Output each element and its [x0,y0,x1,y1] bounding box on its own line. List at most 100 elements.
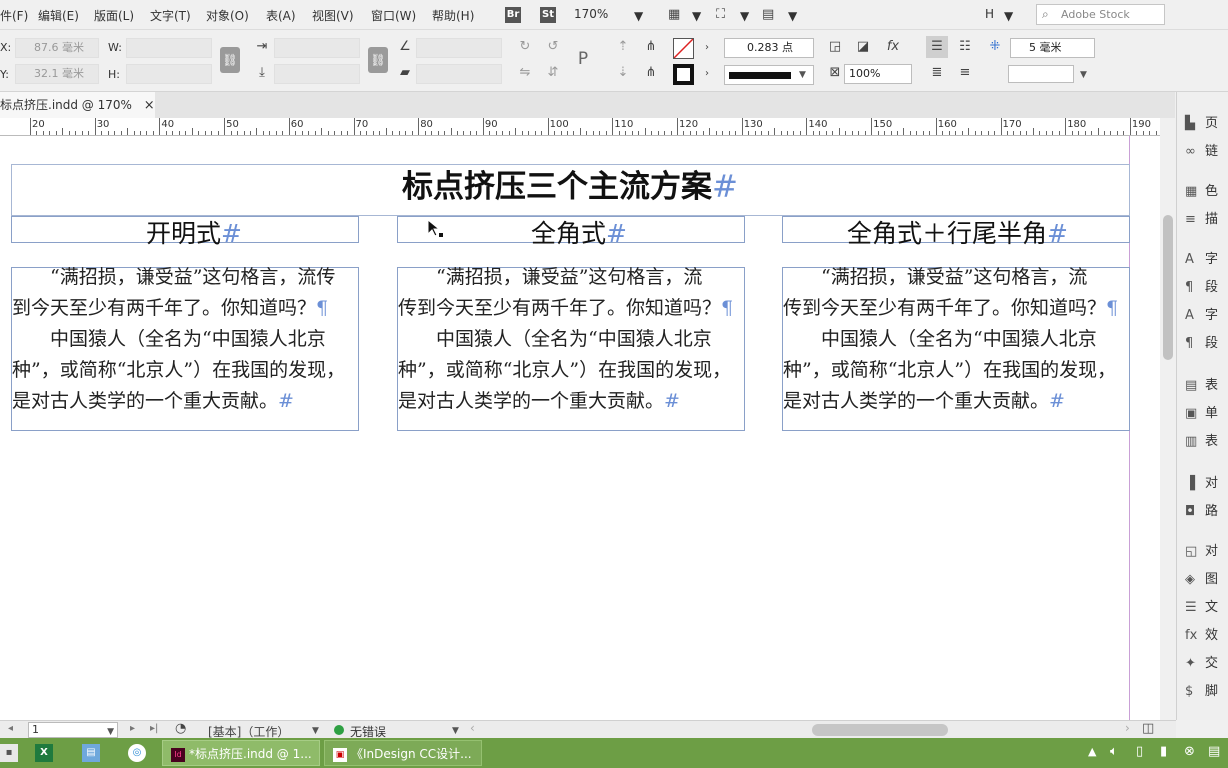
document-tab[interactable]: 标点挤压.indd @ 170% × [0,92,155,118]
document-canvas[interactable]: 标点挤压三个主流方案# 开明式# 全角式# 全角式＋行尾半角# “满招损，谦受益… [0,136,1160,720]
menu-type[interactable]: 文字(T) [150,7,191,24]
fill-swatch[interactable] [673,38,694,59]
panel-item-table-styles[interactable]: ▥ 表 [1185,430,1218,449]
open-page-icon[interactable]: ◔ [175,721,186,736]
horizontal-scroll-thumb[interactable] [812,724,948,736]
notepad-icon[interactable]: ▤ [82,744,100,762]
scroll-right-icon[interactable]: › [1125,721,1130,735]
x-position-field[interactable]: 87.6 毫米 [15,38,99,58]
workspace-switcher[interactable]: H [985,7,994,21]
indent-down-icon[interactable]: ⤓ [251,62,273,84]
y-position-field[interactable]: 32.1 毫米 [15,64,99,84]
constrain-proportions-icon[interactable]: ⛓ [220,47,240,73]
fill-menu-chevron-icon[interactable]: › [696,37,718,59]
excel-icon[interactable]: X [35,744,53,762]
select-previous-icon[interactable]: ⋔ [640,36,662,58]
justify-vertical-icon[interactable]: ≡ [954,62,976,84]
network-icon[interactable]: ▯ [1136,744,1143,759]
panel-item-links[interactable]: ∞ 链 [1185,140,1218,159]
flip-horizontal-icon[interactable]: ⇋ [514,62,536,84]
menu-window[interactable]: 窗口(W) [371,7,416,24]
select-next-icon[interactable]: ⋔ [640,62,662,84]
stock-button[interactable]: St [540,7,556,23]
flip-indicator-icon[interactable]: P [572,48,594,70]
menu-file[interactable]: 件(F) [0,7,28,24]
chevron-down-icon[interactable]: ▼ [788,9,797,23]
auto-spacing-icon[interactable]: ⁜ [984,36,1006,58]
effects-fx-icon[interactable]: fx [882,36,904,58]
corner-options-icon[interactable]: ◲ [824,36,846,58]
stroke-menu-chevron-icon[interactable]: › [696,63,718,85]
stroke-type-dropdown[interactable]: ▼ [724,65,814,85]
constrain-scale-icon[interactable]: ⛓ [368,47,388,73]
scroll-left-icon[interactable]: ‹ [470,721,475,735]
opacity-field[interactable]: 100% [844,64,912,84]
horizontal-ruler[interactable]: 20 30 40 50 60 70 80 90 100 110 120 130 140 150 160 170… [0,118,1160,136]
chevron-down-icon[interactable]: ▼ [312,726,319,736]
first-page-icon[interactable]: ◂ [8,723,13,734]
rotate-ccw-icon[interactable]: ↺ [542,36,564,58]
rotate-angle-icon[interactable]: ∠ [394,36,416,58]
panel-item-color[interactable]: ▦ 色 [1185,180,1218,199]
panel-item-pages[interactable]: ▙ 页 [1185,112,1218,131]
taskbar-indesign-app[interactable]: Id *标点挤压.indd @ 1... [162,740,320,766]
swatch-preview-box[interactable] [1008,65,1074,83]
security-icon[interactable]: ⊗ [1184,744,1195,759]
battery-icon[interactable]: ▮ [1160,744,1167,759]
panel-item-layers[interactable]: ◈ 图 [1185,568,1218,587]
chevron-down-icon[interactable]: ▼ [452,726,459,736]
page-number-field[interactable]: 1 ▼ [28,722,118,738]
panel-item-character-styles[interactable]: A字 [1185,304,1218,323]
stroke-weight-field[interactable]: 0.283 点 [724,38,814,58]
panel-item-stroke[interactable]: ≡ 描 [1185,208,1218,227]
chevron-down-icon[interactable]: ▼ [740,9,749,23]
panel-item-text-wrap[interactable]: ☰ 文 [1185,596,1218,615]
taskbar-pdf-app[interactable]: ▣ 《InDesign CC设计... [324,740,482,766]
adobe-stock-search[interactable]: ⌕ Adobe Stock [1036,4,1165,25]
align-bottom-icon[interactable]: ≣ [926,62,948,84]
scale-x-field[interactable] [274,38,360,58]
tray-expand-icon[interactable]: ▲ [1088,745,1096,758]
bridge-button[interactable]: Br [505,7,521,23]
flip-vertical-icon[interactable]: ⇵ [542,62,564,84]
volume-icon[interactable]: 🔈︎ [1110,744,1118,759]
menu-object[interactable]: 对象(O) [206,7,249,24]
panel-item-effects[interactable]: fx 效 [1185,624,1218,643]
panel-item-object-styles[interactable]: ◱ 对 [1185,540,1218,559]
menu-layout[interactable]: 版面(L) [94,7,134,24]
view-options-icon[interactable]: ▦ [668,7,680,22]
rotate-cw-icon[interactable]: ↻ [514,36,536,58]
drop-shadow-icon[interactable]: ◪ [852,36,874,58]
menu-help[interactable]: 帮助(H) [432,7,474,24]
zoom-chevron-icon[interactable]: ▼ [634,9,643,23]
panel-item-character[interactable]: A字 [1185,248,1218,267]
panel-item-scripts[interactable]: $ 脚 [1185,680,1218,699]
vertical-scroll-thumb[interactable] [1163,215,1173,360]
panel-item-cell-styles[interactable]: ▣ 单 [1185,402,1218,421]
width-field[interactable] [126,38,212,58]
opacity-icon[interactable]: ⊠ [824,62,846,84]
select-content-icon[interactable]: ⇣ [612,62,634,84]
chevron-down-icon[interactable]: ▼ [692,9,701,23]
browser-icon[interactable]: ◎ [128,744,146,762]
last-page-icon[interactable]: ▸| [150,723,158,734]
panel-item-paragraph[interactable]: ¶ 段 [1185,276,1218,295]
shear-field[interactable] [416,64,502,84]
indent-left-icon[interactable]: ⇥ [251,36,273,58]
zoom-level[interactable]: 170% [574,7,608,21]
screen-mode-icon[interactable]: ⛶ [716,7,725,22]
notification-icon[interactable]: ▤ [1208,744,1220,759]
align-top-icon[interactable]: ☰ [926,36,948,58]
scale-y-field[interactable] [274,64,360,84]
start-icon[interactable]: ▪ [0,744,18,762]
shear-angle-icon[interactable]: ▰ [394,62,416,84]
stroke-swatch[interactable] [673,64,694,85]
panel-item-paragraph-styles[interactable]: ¶ 段 [1185,332,1218,351]
chevron-down-icon[interactable]: ▼ [1004,9,1013,23]
menu-view[interactable]: 视图(V) [312,7,354,24]
split-window-icon[interactable]: ◫ [1142,721,1154,736]
panel-item-pathfinder[interactable]: ◘ 路 [1185,500,1218,519]
arrange-documents-icon[interactable]: ▤ [762,7,774,22]
chevron-down-icon[interactable]: ▼ [1080,70,1087,80]
menu-edit[interactable]: 编辑(E) [38,7,79,24]
